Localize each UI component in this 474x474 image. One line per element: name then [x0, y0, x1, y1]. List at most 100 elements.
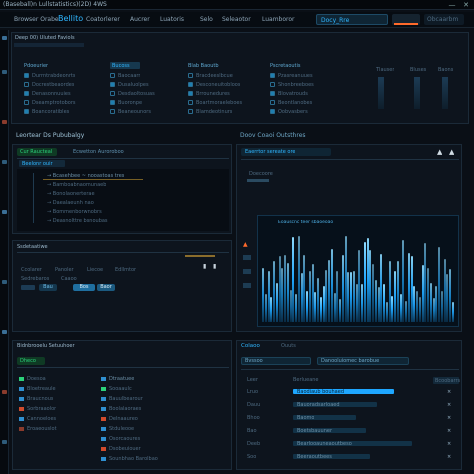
list-item[interactable]: Brrounedures [196, 91, 230, 97]
histogram-plot[interactable]: Eoauscnc teer sbaoeoao [257, 215, 459, 327]
rail-icon-2[interactable] [2, 70, 7, 74]
checkbox[interactable] [24, 73, 29, 78]
warning-icon[interactable]: ▲ [437, 148, 442, 156]
file-item[interactable]: Osorcaoures [109, 436, 140, 442]
address-bar[interactable]: Docy_Rre [316, 14, 388, 25]
collapse-icon[interactable]: ▲ [449, 148, 454, 156]
rail-icon-5[interactable] [2, 210, 7, 214]
dismiss-icon[interactable]: × [447, 441, 451, 447]
rail-icon-9[interactable] [2, 440, 7, 444]
checkbox[interactable] [270, 109, 275, 114]
rail-icon-6[interactable] [2, 280, 7, 284]
rail-icon-7[interactable] [2, 330, 7, 334]
file-icon [101, 397, 106, 401]
file-item[interactable]: Dtraatuee [109, 376, 134, 382]
file-item[interactable]: Sorbraaolor [27, 406, 56, 412]
list-item[interactable]: Shonbreeboes [278, 82, 314, 88]
dismiss-icon[interactable]: × [447, 402, 451, 408]
list-item[interactable]: Beontlanobes [278, 100, 312, 106]
list-item[interactable]: Baocaarr [118, 73, 140, 79]
file-item[interactable]: Sooaaulc [109, 386, 132, 392]
checkbox[interactable] [110, 91, 115, 96]
list-item[interactable]: Dseamptrotobors [32, 100, 76, 106]
list-item[interactable]: Pzasreanuues [278, 73, 313, 79]
menu-item-selo[interactable]: Selo [200, 16, 213, 23]
checkbox[interactable] [270, 100, 275, 105]
file-item[interactable]: Bauulbearour [109, 396, 143, 402]
checkbox[interactable] [110, 73, 115, 78]
tab-orange[interactable] [392, 14, 420, 25]
checkbox[interactable] [110, 109, 115, 114]
checkbox[interactable] [188, 91, 193, 96]
minimize-button[interactable]: — [448, 1, 456, 9]
checkbox[interactable] [110, 100, 115, 105]
list-item[interactable]: Desdaoltosuas [118, 91, 155, 97]
lock-icon[interactable]: ▮ [203, 263, 206, 270]
file-item[interactable]: Braucnous [27, 396, 53, 402]
list-item[interactable]: Beaneounors [118, 109, 151, 115]
list-item[interactable]: Bracdeeslbcue [196, 73, 233, 79]
menu-item-luamboror[interactable]: Luamboror [262, 16, 295, 23]
checkbox[interactable] [188, 82, 193, 87]
dismiss-icon[interactable]: × [447, 389, 451, 395]
settings-button-bau[interactable]: Bau [39, 284, 57, 291]
menu-item-aucrer[interactable]: Aucrer [130, 16, 150, 23]
file-item[interactable]: Stduleooe [109, 426, 134, 432]
checkbox[interactable] [270, 91, 275, 96]
rail-icon-4[interactable] [2, 160, 7, 164]
checkbox[interactable] [188, 109, 193, 114]
file-item[interactable]: Boolalaoraes [109, 406, 141, 412]
list-item[interactable]: Buoronpe [118, 100, 142, 106]
pin-icon[interactable]: ▮ [213, 263, 216, 270]
dismiss-icon[interactable]: × [447, 428, 451, 434]
url-tab-label: Obcaarbm [427, 16, 459, 23]
menu-item-seleaotor[interactable]: Seleaotor [222, 16, 251, 23]
checkbox[interactable] [24, 82, 29, 87]
log-col-header: Berlueane [293, 377, 319, 383]
side-icon[interactable] [243, 269, 251, 274]
list-item[interactable]: Dusaluolpes [118, 82, 149, 88]
list-item[interactable]: Desconeuitobloos [196, 82, 240, 88]
rail-icon-1[interactable] [2, 36, 7, 40]
menu-item-luatoris[interactable]: Luatoris [160, 16, 184, 23]
checkbox[interactable] [24, 109, 29, 114]
dismiss-icon[interactable]: × [447, 454, 451, 460]
checkbox[interactable] [188, 100, 193, 105]
side-icon[interactable] [243, 283, 251, 288]
file-item[interactable]: Dsobeuiouer [109, 446, 141, 452]
file-item[interactable]: Doesoa [27, 376, 46, 382]
rail-icon-3[interactable] [2, 120, 7, 124]
menu-item-browser[interactable]: Browser Orabe [14, 16, 59, 23]
list-item[interactable]: Blamdeotinurs [196, 109, 232, 115]
file-item[interactable]: Sounbhao Barolbao [109, 456, 158, 462]
checkbox[interactable] [24, 91, 29, 96]
file-item[interactable]: Cannoeloes [27, 416, 56, 422]
settings-button-baor[interactable]: Baor [97, 284, 115, 291]
checkbox[interactable] [270, 73, 275, 78]
checkbox[interactable] [110, 82, 115, 87]
menu-item-bellito[interactable]: Bellito [58, 14, 83, 23]
checkbox[interactable] [270, 82, 275, 87]
settings-toggle[interactable] [21, 285, 35, 290]
checkbox[interactable] [188, 73, 193, 78]
alert-icon[interactable]: ▲ [243, 241, 248, 248]
log-col-header: Leer [247, 377, 258, 383]
list-item[interactable]: Boancoratibles [32, 109, 69, 115]
dismiss-icon[interactable]: × [447, 415, 451, 421]
list-item[interactable]: Denasonnuuies [32, 91, 71, 97]
url-tab[interactable]: Obcaarbm [424, 14, 464, 25]
file-item[interactable]: Eroaeouslot [27, 426, 57, 432]
menu-item-coatorlerer[interactable]: Coatorlerer [86, 16, 120, 23]
close-button[interactable]: ✕ [462, 1, 470, 9]
side-icon[interactable] [243, 255, 251, 260]
list-item[interactable]: Durrntrabdeonrts [32, 73, 75, 79]
file-item[interactable]: Delnaaureo [109, 416, 138, 422]
list-item[interactable]: Docrestbeaordes [32, 82, 74, 88]
rail-icon-8[interactable] [2, 390, 7, 394]
settings-button-bos[interactable]: Bos [73, 284, 95, 291]
list-item[interactable]: Blovatrouds [278, 91, 308, 97]
file-item[interactable]: Bloetreaule [27, 386, 56, 392]
checkbox[interactable] [24, 100, 29, 105]
list-item[interactable]: Boartmoraeleboes [196, 100, 242, 106]
list-item[interactable]: Oobvasbers [278, 109, 308, 115]
